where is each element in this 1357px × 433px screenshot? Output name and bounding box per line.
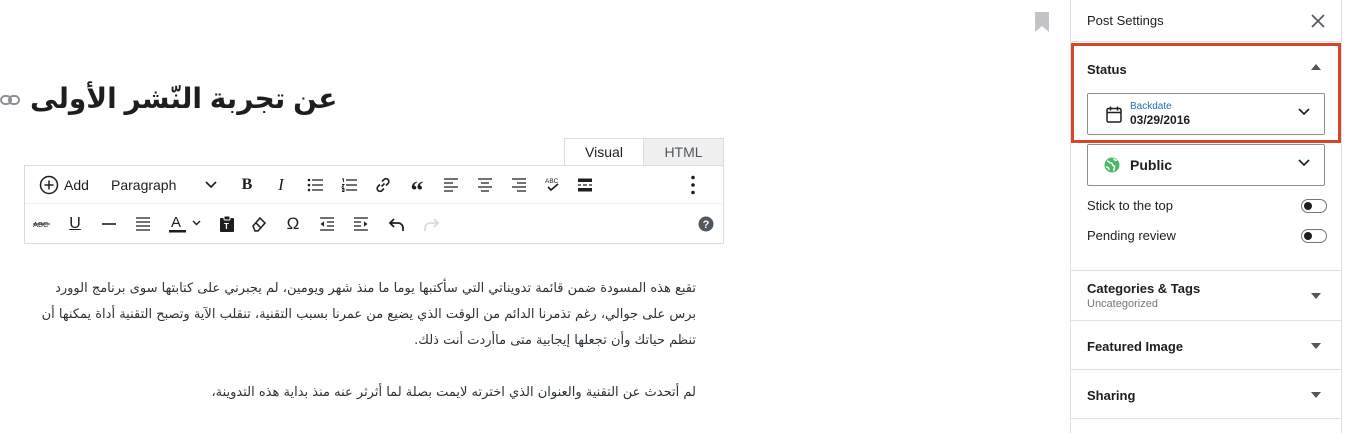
svg-text:T: T [224,222,229,231]
svg-text:ABC: ABC [33,220,49,229]
blockquote-icon[interactable]: “ [405,166,429,204]
pending-review-toggle[interactable] [1301,229,1327,243]
categories-tags-title: Categories & Tags [1087,281,1201,296]
post-title[interactable]: عن تجربة النّشر الأولى [30,82,337,115]
caret-down-icon [1311,392,1321,398]
sharing-title: Sharing [1087,388,1136,403]
bold-icon[interactable]: B [235,166,259,204]
caret-down-icon [1311,293,1321,299]
svg-text:A: A [171,214,181,231]
bullet-list-icon[interactable] [303,166,327,204]
add-media-button[interactable]: Add [37,166,91,204]
spellcheck-icon[interactable]: ABC [541,166,565,204]
help-icon[interactable]: ? [695,205,717,243]
align-center-icon[interactable] [473,166,497,204]
paragraph-format-select[interactable]: Paragraph [111,166,217,204]
next-panel [1071,418,1342,433]
bookmark-icon[interactable] [1034,12,1050,32]
chevron-down-icon [1298,159,1310,167]
format-select-value: Paragraph [111,177,177,193]
add-label: Add [64,177,89,193]
redo-icon [419,205,443,243]
pending-review-row: Pending review [1087,226,1327,246]
sharing-panel[interactable]: Sharing [1071,369,1342,418]
editor-tabs: Visual HTML [564,138,724,166]
permalink-icon[interactable] [0,92,20,108]
align-left-icon[interactable] [439,166,463,204]
caret-down-icon [1311,343,1321,349]
svg-text:?: ? [703,219,710,231]
justify-icon[interactable] [131,205,155,243]
post-paragraph-2[interactable]: لم أتحدث عن التقنية والعنوان الذي اخترته… [32,380,696,406]
visibility-select[interactable]: Public [1087,144,1325,186]
pending-review-label: Pending review [1087,228,1176,243]
featured-image-title: Featured Image [1087,339,1184,354]
stick-to-top-toggle[interactable] [1301,199,1327,213]
visibility-value: Public [1130,157,1173,173]
plus-circle-icon [39,175,59,195]
underline-icon[interactable]: U [63,205,87,243]
chevron-down-icon [205,181,217,189]
sidebar-title: Post Settings [1087,13,1164,28]
clear-formatting-icon[interactable] [247,205,271,243]
editor-toolbar: Add Paragraph B I “ ABC ABC U A T Ω ? [24,165,724,244]
indent-icon[interactable] [349,205,373,243]
tab-visual[interactable]: Visual [564,138,644,166]
globe-icon [1104,157,1120,173]
post-paragraph-1[interactable]: تقبع هذه المسودة ضمن قائمة تدويناتي التي… [32,276,696,354]
numbered-list-icon[interactable] [337,166,361,204]
strikethrough-icon[interactable]: ABC [29,205,55,243]
categories-tags-summary: Uncategorized [1087,298,1158,310]
horizontal-rule-icon[interactable] [97,205,121,243]
close-icon[interactable] [1309,12,1327,30]
stick-to-top-label: Stick to the top [1087,198,1173,213]
outdent-icon[interactable] [315,205,339,243]
sidebar-header: Post Settings [1071,0,1342,42]
link-icon[interactable] [371,166,395,204]
italic-icon[interactable]: I [269,166,293,204]
tab-html[interactable]: HTML [644,138,724,166]
categories-tags-panel[interactable]: Categories & Tags Uncategorized [1071,270,1342,320]
special-character-icon[interactable]: Ω [281,205,305,243]
editor-area: عن تجربة النّشر الأولى Visual HTML Add P… [0,0,1070,433]
more-options-icon[interactable] [681,166,705,204]
read-more-icon[interactable] [573,166,597,204]
status-highlight-box [1071,43,1341,143]
svg-text:ABC: ABC [545,178,559,185]
featured-image-panel[interactable]: Featured Image [1071,320,1342,369]
undo-icon[interactable] [385,205,409,243]
stick-to-top-row: Stick to the top [1087,196,1327,216]
paste-text-icon[interactable]: T [215,205,239,243]
align-right-icon[interactable] [507,166,531,204]
text-color-icon[interactable]: A [165,205,205,243]
